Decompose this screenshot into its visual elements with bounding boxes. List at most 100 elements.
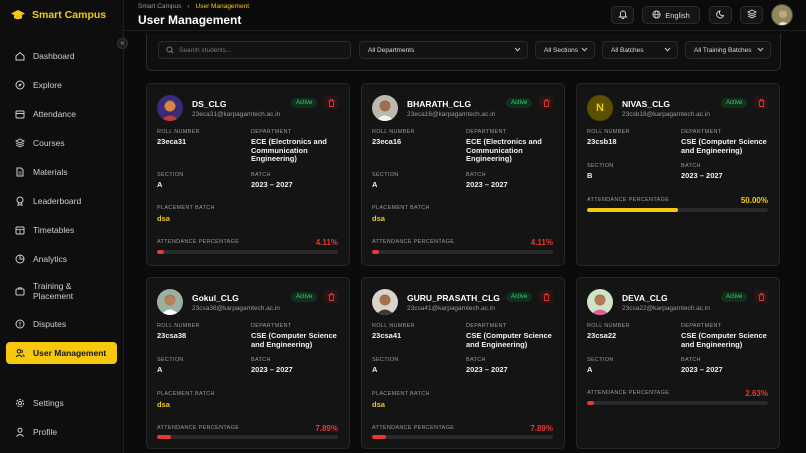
student-avatar [587,289,613,315]
delete-button[interactable] [754,96,768,109]
user-avatar[interactable] [771,4,793,26]
sidebar-item-analytics[interactable]: Analytics [6,248,117,270]
student-card: Gokul_CLG 23csa38@karpagamtech.ac.in Act… [146,277,350,449]
section-value: A [372,365,378,374]
attendance-value: 50.00% [740,196,768,205]
student-name: NIVAS_CLG [622,99,671,109]
student-email: 23csb18@karpagamtech.ac.in [622,111,710,118]
sidebar-item-explore[interactable]: Explore [6,74,117,96]
student-card: DEVA_CLG 23csa22@karpagamtech.ac.in Acti… [576,277,780,449]
sidebar-item-label: Explore [33,80,62,90]
layers-icon [746,9,757,21]
sidebar-item-label: Courses [33,138,65,148]
student-card: DS_CLG 23eca31@karpagamtech.ac.in Active… [146,83,350,266]
search-box[interactable] [158,41,351,59]
brand[interactable]: Smart Campus [10,9,106,21]
theme-toggle-button[interactable] [709,6,732,24]
breadcrumb-separator-icon: › [187,3,190,10]
student-avatar: N [587,95,613,121]
language-selector[interactable]: English [642,6,700,24]
attendance-label: ATTENDANCE PERCENTAGE [372,425,455,431]
attendance-bar-fill [587,401,595,405]
section-select-value: All Sections [544,46,578,54]
status-badge: Active [721,98,748,108]
attendance-value: 2.63% [745,389,768,398]
sidebar-item-attendance[interactable]: Attendance [6,103,117,125]
sidebar-item-training-placement[interactable]: Training & Placement [6,278,117,304]
sidebar-item-timetables[interactable]: Timetables [6,219,117,241]
roll-number-value: 23eca31 [157,137,187,146]
delete-button[interactable] [324,96,338,109]
department-value: ECE (Electronics and Communication Engin… [251,137,327,163]
collapse-sidebar-button[interactable]: « [117,38,128,49]
batch-label: BATCH [251,172,271,178]
roll-number-label: ROLL NUMBER [372,129,415,135]
attendance-label: ATTENDANCE PERCENTAGE [157,425,240,431]
section-label: SECTION [157,172,184,178]
attendance-value: 4.11% [530,238,553,247]
breadcrumb-root[interactable]: Smart Campus [138,3,181,10]
attendance-value: 7.89% [315,424,338,433]
users-icon [15,348,25,358]
batch-label: BATCH [466,357,486,363]
batch-select[interactable]: All Batches [602,41,678,59]
attendance-bar-fill [157,250,165,254]
sidebar: Smart Campus « Dashboard Explore Attenda… [0,0,128,453]
delete-button[interactable] [539,96,553,109]
sidebar-item-user-management[interactable]: User Management [6,342,117,364]
department-label: DEPARTMENT [251,129,292,135]
batch-value: 2023 – 2027 [466,365,508,374]
department-value: CSE (Computer Science and Engineering) [466,331,552,349]
search-input[interactable] [179,46,339,54]
section-value: A [157,365,163,374]
batch-select-value: All Batches [611,46,644,54]
section-label: SECTION [157,357,184,363]
department-select[interactable]: All Departments [359,41,528,59]
attendance-bar [587,208,768,212]
status-badge: Active [506,292,533,302]
student-name: DS_CLG [192,99,227,109]
student-email: 23csa38@karpagamtech.ac.in [192,305,280,312]
calendar-icon [15,109,25,119]
student-avatar [157,289,183,315]
roll-number-value: 23eca16 [372,137,402,146]
sidebar-item-dashboard[interactable]: Dashboard [6,45,117,67]
department-select-value: All Departments [368,46,415,54]
sidebar-item-label: User Management [33,348,107,358]
sidebar-item-disputes[interactable]: Disputes [6,313,117,335]
department-label: DEPARTMENT [466,323,507,329]
sidebar-item-profile[interactable]: Profile [6,421,117,443]
sidebar-item-materials[interactable]: Materials [6,161,117,183]
layers-button[interactable] [740,6,763,24]
moon-icon [715,9,726,21]
status-badge: Active [291,98,318,108]
training-batch-select[interactable]: All Training Batches [685,41,771,59]
sidebar-item-label: Timetables [33,225,75,235]
trash-icon [543,288,550,306]
notifications-button[interactable] [611,6,634,24]
layers-icon [15,138,25,148]
compass-icon [15,80,25,90]
trash-icon [758,288,765,306]
delete-button[interactable] [324,290,338,303]
section-label: SECTION [587,357,614,363]
roll-number-value: 23csa41 [372,331,402,340]
delete-button[interactable] [539,290,553,303]
section-select[interactable]: All Sections [535,41,595,59]
sidebar-item-settings[interactable]: Settings [6,392,117,414]
attendance-label: ATTENDANCE PERCENTAGE [587,390,670,396]
sidebar-item-leaderboard[interactable]: Leaderboard [6,190,117,212]
sidebar-item-label: Disputes [33,319,67,329]
sidebar-item-courses[interactable]: Courses [6,132,117,154]
delete-button[interactable] [754,290,768,303]
attendance-label: ATTENDANCE PERCENTAGE [372,239,455,245]
batch-label: BATCH [466,172,486,178]
sidebar-item-label: Dashboard [33,51,75,61]
bell-icon [617,9,628,21]
student-avatar [372,95,398,121]
roll-number-label: ROLL NUMBER [587,323,630,329]
attendance-bar [372,435,553,439]
status-badge: Active [721,292,748,302]
chevron-down-icon [664,47,671,54]
roll-number-value: 23csb18 [587,137,617,146]
